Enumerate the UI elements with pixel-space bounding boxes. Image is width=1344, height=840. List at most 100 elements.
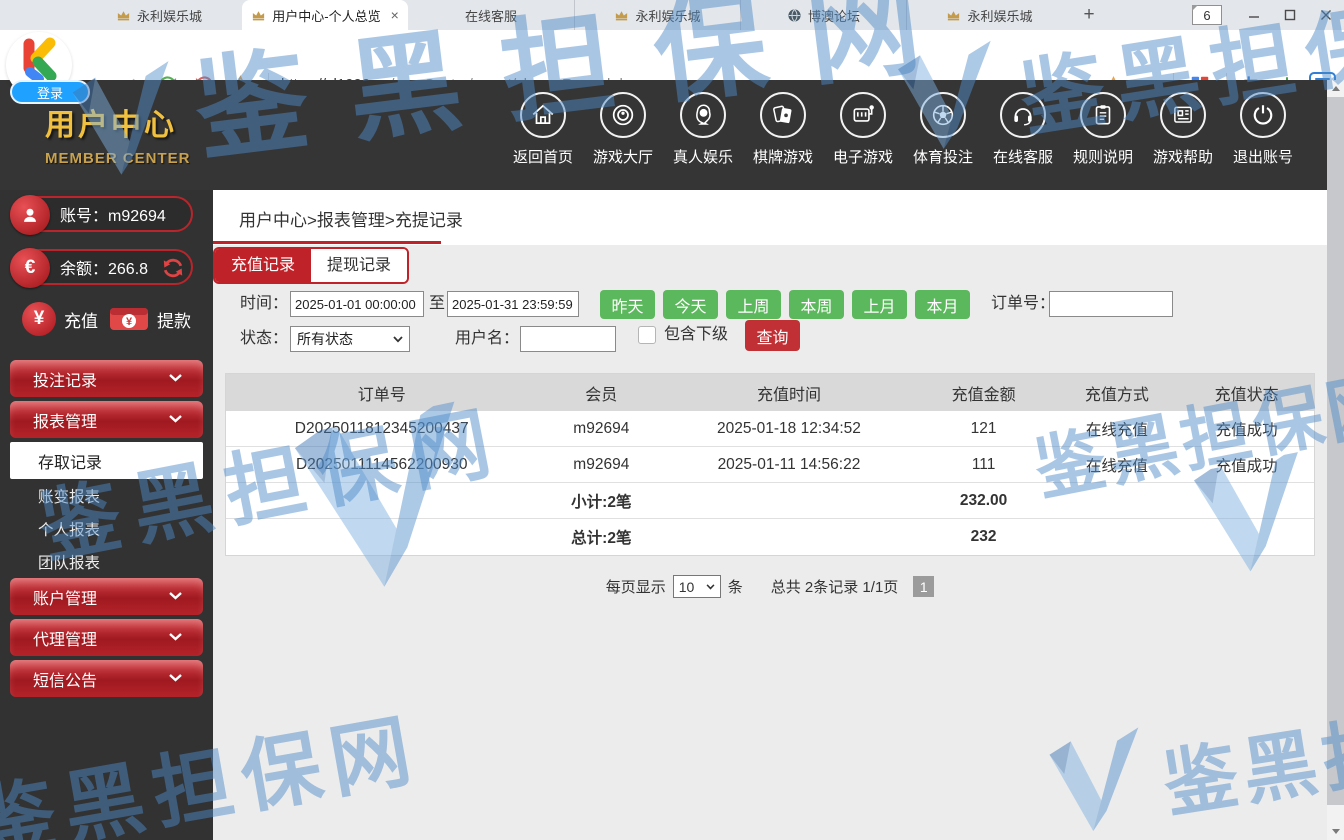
sidebar-item-account-management[interactable]: 账户管理 (10, 578, 203, 615)
k-logo-icon (17, 36, 61, 84)
yesterday-button[interactable]: 昨天 (600, 290, 655, 319)
sidebar-subitem-team-report[interactable]: 团队报表 (0, 545, 213, 578)
tab-count-badge[interactable]: 6 (1192, 5, 1222, 25)
sidebar-item-sms-announcement[interactable]: 短信公告 (10, 660, 203, 697)
nav-sports[interactable]: 体育投注 (903, 92, 983, 167)
tab-charge-records[interactable]: 充值记录 (215, 249, 311, 282)
page-number-button[interactable]: 1 (913, 576, 934, 597)
today-button[interactable]: 今天 (663, 290, 718, 319)
col-header-status: 充值状态 (1179, 381, 1314, 405)
new-tab-button[interactable]: + (1072, 0, 1106, 30)
maximize-button[interactable] (1272, 0, 1308, 30)
sidebar-item-agent-management[interactable]: 代理管理 (10, 619, 203, 656)
account-pill: 账号：m92694 (10, 196, 193, 232)
cell-method: 在线充值 (1054, 418, 1179, 440)
last-week-button[interactable]: 上周 (726, 290, 781, 319)
tab-close-icon[interactable]: × (391, 7, 399, 23)
subtotal-label: 小计:2笔 (537, 490, 665, 512)
tab-label: 永利娱乐城 (137, 6, 202, 25)
page-scrollbar[interactable] (1327, 80, 1344, 840)
nav-customer-service[interactable]: 在线客服 (983, 92, 1063, 167)
last-month-button[interactable]: 上月 (852, 290, 907, 319)
scroll-down-arrow[interactable] (1327, 823, 1344, 840)
subtotal-amount: 232.00 (913, 492, 1055, 510)
browser-tab-yongli-3[interactable]: 永利娱乐城 (906, 0, 1072, 30)
sidebar-subitem-account-change-report[interactable]: 账变报表 (0, 479, 213, 512)
browser-tab-forum[interactable]: 博澳论坛 (740, 0, 906, 30)
col-header-time: 充值时间 (665, 381, 913, 405)
site-header: 用户中心 MEMBER CENTER 返回首页 游戏大厅 真人娱乐 棋牌游戏 (0, 80, 1344, 190)
nav-game-hall[interactable]: 游戏大厅 (583, 92, 663, 167)
chevron-down-icon (168, 372, 183, 384)
charge-record-table: 订单号 会员 充值时间 充值金额 充值方式 充值状态 D202501181234… (225, 373, 1315, 556)
refresh-balance-icon[interactable] (160, 255, 186, 281)
include-subordinates-label: 包含下级 (664, 322, 728, 348)
browser-tab-customer-service[interactable]: 在线客服 (408, 0, 574, 30)
time-to-input[interactable] (447, 291, 579, 317)
col-header-method: 充值方式 (1054, 381, 1179, 405)
browser-logo[interactable]: 登录 (6, 32, 72, 98)
cards-icon (760, 92, 806, 138)
cell-time: 2025-01-11 14:56:22 (665, 456, 913, 474)
svg-text:¥: ¥ (126, 316, 133, 328)
username-input[interactable] (520, 326, 616, 352)
time-label: 时间： (240, 291, 288, 317)
table-row: D2025011812345200437 m92694 2025-01-18 1… (226, 411, 1314, 447)
scrollbar-thumb[interactable] (1327, 97, 1344, 805)
login-button[interactable]: 登录 (10, 80, 90, 104)
close-window-button[interactable] (1308, 0, 1344, 30)
breadcrumb: 用户中心>报表管理>充提记录 (239, 206, 463, 231)
nav-home[interactable]: 返回首页 (503, 92, 583, 167)
this-month-button[interactable]: 本月 (915, 290, 970, 319)
include-subordinates-checkbox[interactable] (638, 326, 656, 344)
sidebar-item-bet-records[interactable]: 投注记录 (10, 360, 203, 397)
col-header-order: 订单号 (226, 381, 537, 405)
status-label: 状态： (240, 326, 288, 352)
sidebar-subitem-deposit-withdraw-records[interactable]: 存取记录 (10, 442, 203, 479)
chevron-down-icon (393, 336, 403, 343)
records-summary: 总共 2条记录 1/1页 (771, 576, 899, 597)
time-from-input[interactable] (290, 291, 424, 317)
tab-withdraw-records[interactable]: 提现记录 (311, 249, 407, 282)
nav-logout[interactable]: 退出账号 (1223, 92, 1303, 167)
browser-tab-user-center[interactable]: 用户中心-个人总览 × (242, 0, 408, 30)
minimize-button[interactable] (1236, 0, 1272, 30)
quick-date-buttons: 昨天 今天 上周 本周 上月 本月 (600, 290, 970, 319)
subtotal-row: 小计:2笔 232.00 (226, 483, 1314, 519)
browser-tab-yongli-1[interactable]: 永利娱乐城 (76, 0, 242, 30)
logo-subtitle: MEMBER CENTER (45, 150, 191, 167)
headset-icon (1000, 92, 1046, 138)
tab-label: 永利娱乐城 (967, 6, 1032, 25)
this-week-button[interactable]: 本周 (789, 290, 844, 319)
scroll-up-arrow[interactable] (1327, 80, 1344, 97)
nav-rules[interactable]: 规则说明 (1063, 92, 1143, 167)
withdraw-button[interactable]: ¥ 提款 (109, 302, 191, 336)
per-page-select[interactable]: 10 (673, 575, 721, 598)
nav-live-casino[interactable]: 真人娱乐 (663, 92, 743, 167)
logo-title: 用户中心 (45, 100, 191, 144)
status-select[interactable]: 所有状态 (290, 326, 410, 352)
cell-status: 充值成功 (1179, 418, 1314, 440)
browser-tab-yongli-2[interactable]: 永利娱乐城 (574, 0, 740, 30)
sidebar-subitem-personal-report[interactable]: 个人报表 (0, 512, 213, 545)
chevron-down-icon (706, 584, 715, 590)
recharge-button[interactable]: ¥ 充值 (22, 302, 98, 336)
pagination: 每页显示 10 条 总共 2条记录 1/1页 1 (213, 575, 1327, 598)
chevron-down-icon (168, 590, 183, 602)
balance-pill: € 余额：266.8 (10, 249, 193, 285)
yen-icon: ¥ (22, 302, 56, 336)
order-number-label: 订单号： (991, 291, 1055, 317)
per-page-label: 每页显示 (606, 576, 666, 597)
nav-help[interactable]: 游戏帮助 (1143, 92, 1223, 167)
main-content: 用户中心>报表管理>充提记录 充值记录 提现记录 时间： 至 昨天 今天 上周 … (213, 190, 1327, 840)
crown-favicon (116, 8, 131, 23)
order-number-input[interactable] (1049, 291, 1173, 317)
total-row: 总计:2笔 232 (226, 519, 1314, 555)
cell-member: m92694 (537, 456, 665, 474)
sidebar-menu: 投注记录 报表管理 存取记录 账变报表 个人报表 团队报表 账户管理 代理管理 … (0, 360, 213, 701)
nav-board-games[interactable]: 棋牌游戏 (743, 92, 823, 167)
nav-slots[interactable]: 电子游戏 (823, 92, 903, 167)
sidebar-item-report-management[interactable]: 报表管理 (10, 401, 203, 438)
query-button[interactable]: 查询 (745, 320, 800, 351)
cell-order: D2025011114562200930 (226, 456, 537, 474)
